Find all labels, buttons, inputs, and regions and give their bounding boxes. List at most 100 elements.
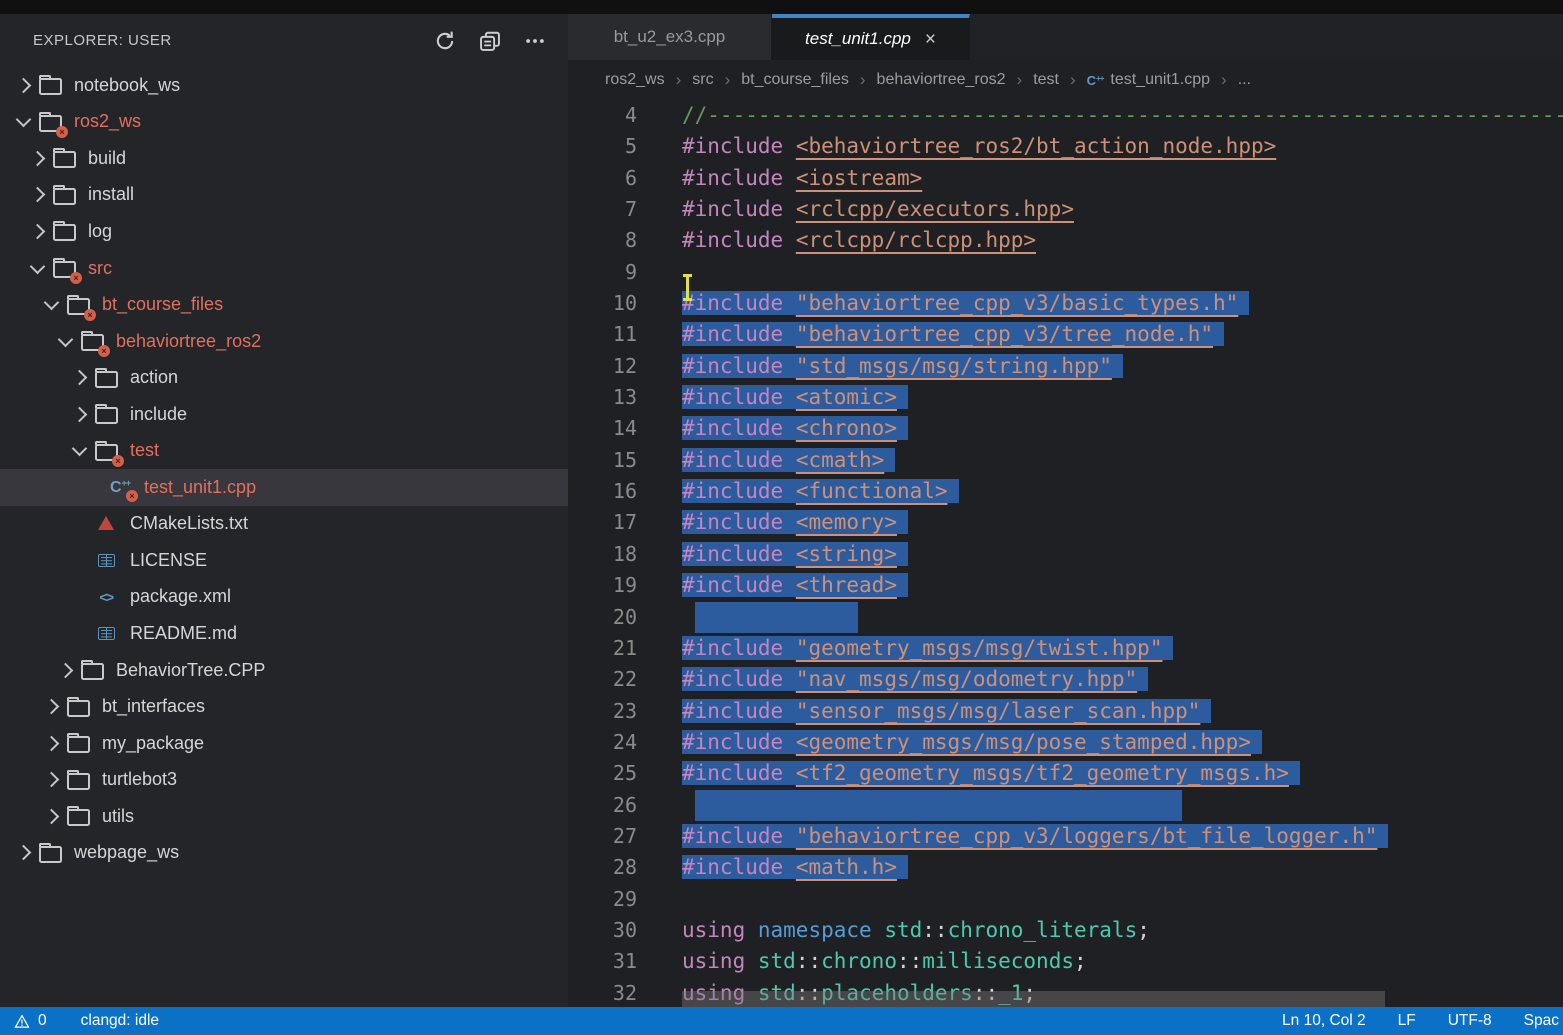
breadcrumb-item-...[interactable]: ... <box>1238 71 1251 89</box>
chevron-right-icon[interactable] <box>44 701 66 712</box>
code-line-27[interactable]: 27#include "behaviortree_cpp_v3/loggers/… <box>568 821 1563 852</box>
tree-item-webpage_ws[interactable]: webpage_ws <box>0 834 568 871</box>
tree-item-build[interactable]: build <box>0 140 568 177</box>
tree-item-my_package[interactable]: my_package <box>0 725 568 762</box>
code-line-29[interactable]: 29 <box>568 884 1563 915</box>
tree-item-test[interactable]: ×test <box>0 432 568 469</box>
code-line-7[interactable]: 7#include <rclcpp/executors.hpp> <box>568 194 1563 225</box>
explorer-title: EXPLORER: USER <box>33 32 172 49</box>
tab-bt_u2_ex3.cpp[interactable]: bt_u2_ex3.cpp <box>568 14 772 60</box>
tree-item-LICENSE[interactable]: LICENSE <box>0 542 568 579</box>
code-line-31[interactable]: 31using std::chrono::milliseconds; <box>568 946 1563 977</box>
code-line-24[interactable]: 24#include <geometry_msgs/msg/pose_stamp… <box>568 727 1563 758</box>
horizontal-scrollbar[interactable] <box>682 991 1385 1007</box>
breadcrumb-item-bt_course_files[interactable]: bt_course_files <box>741 71 849 89</box>
code-line-13[interactable]: 13#include <atomic> <box>568 382 1563 413</box>
code-line-28[interactable]: 28#include <math.h> <box>568 852 1563 883</box>
tree-item-label: build <box>88 148 126 169</box>
code-line-5[interactable]: 5#include <behaviortree_ros2/bt_action_n… <box>568 131 1563 162</box>
close-icon[interactable]: × <box>925 30 936 49</box>
code-line-30[interactable]: 30using namespace std::chrono_literals; <box>568 915 1563 946</box>
chevron-down-icon[interactable] <box>72 447 94 454</box>
token <box>783 385 796 409</box>
code-line-14[interactable]: 14#include <chrono> <box>568 413 1563 444</box>
tree-item-action[interactable]: action <box>0 359 568 396</box>
tree-item-package.xml[interactable]: <>package.xml <box>0 579 568 616</box>
code-editor[interactable]: 4//-------------------------------------… <box>568 100 1563 1007</box>
chevron-down-icon[interactable] <box>16 118 38 125</box>
tree-item-BehaviorTree.CPP[interactable]: BehaviorTree.CPP <box>0 652 568 689</box>
chevron-right-icon[interactable] <box>16 847 38 858</box>
chevron-right-icon[interactable] <box>44 774 66 785</box>
tree-item-install[interactable]: install <box>0 177 568 214</box>
eol-indicator[interactable]: LF <box>1398 1012 1416 1030</box>
chevron-right-icon[interactable] <box>58 665 80 676</box>
tree-item-include[interactable]: include <box>0 396 568 433</box>
tree-item-bt_course_files[interactable]: ×bt_course_files <box>0 286 568 323</box>
breadcrumb-item-src[interactable]: src <box>692 71 713 89</box>
chevron-down-icon[interactable] <box>58 338 80 345</box>
collapse-folders-icon[interactable] <box>479 30 501 52</box>
chevron-right-icon[interactable] <box>30 153 52 164</box>
chevron-down-icon[interactable] <box>44 301 66 308</box>
token <box>783 573 796 597</box>
problem-badge: × <box>98 345 110 357</box>
code-line-content: using std::chrono::milliseconds; <box>682 946 1563 977</box>
tree-item-utils[interactable]: utils <box>0 798 568 835</box>
code-line-22[interactable]: 22#include "nav_msgs/msg/odometry.hpp" <box>568 664 1563 695</box>
tree-item-ros2_ws[interactable]: ×ros2_ws <box>0 104 568 141</box>
breadcrumb-item-test_unit1.cpp[interactable]: C++test_unit1.cpp <box>1087 71 1210 89</box>
code-line-4[interactable]: 4//-------------------------------------… <box>568 100 1563 131</box>
code-line-16[interactable]: 16#include <functional> <box>568 476 1563 507</box>
code-line-9[interactable]: 9 <box>568 257 1563 288</box>
breadcrumb-item-ros2_ws[interactable]: ros2_ws <box>605 71 665 89</box>
refresh-icon[interactable] <box>434 30 456 52</box>
chevron-right-icon[interactable] <box>44 738 66 749</box>
tree-item-test_unit1.cpp[interactable]: C++×test_unit1.cpp <box>0 469 568 506</box>
code-line-8[interactable]: 8#include <rclcpp/rclcpp.hpp> <box>568 225 1563 256</box>
tree-item-src[interactable]: ×src <box>0 250 568 287</box>
code-line-19[interactable]: 19#include <thread> <box>568 570 1563 601</box>
code-line-15[interactable]: 15#include <cmath> <box>568 445 1563 476</box>
chevron-right-icon[interactable] <box>72 372 94 383</box>
code-line-18[interactable]: 18#include <string> <box>568 539 1563 570</box>
code-line-17[interactable]: 17#include <memory> <box>568 507 1563 538</box>
encoding-indicator[interactable]: UTF-8 <box>1448 1012 1492 1030</box>
tree-item-README.md[interactable]: README.md <box>0 615 568 652</box>
tree-item-label: include <box>130 404 187 425</box>
code-line-content <box>682 257 1563 288</box>
chevron-right-icon[interactable] <box>72 409 94 420</box>
tree-item-log[interactable]: log <box>0 213 568 250</box>
token: #include <box>682 855 783 879</box>
code-line-21[interactable]: 21#include "geometry_msgs/msg/twist.hpp" <box>568 633 1563 664</box>
breadcrumb-item-test[interactable]: test <box>1033 71 1059 89</box>
code-line-25[interactable]: 25#include <tf2_geometry_msgs/tf2_geomet… <box>568 758 1563 789</box>
chevron-right-icon[interactable] <box>16 80 38 91</box>
chevron-right-icon[interactable] <box>30 189 52 200</box>
problems-count[interactable]: 0 <box>38 1012 47 1030</box>
breadcrumb-item-behaviortree_ros2[interactable]: behaviortree_ros2 <box>877 71 1006 89</box>
code-line-12[interactable]: 12#include "std_msgs/msg/string.hpp" <box>568 351 1563 382</box>
chevron-down-icon[interactable] <box>30 265 52 272</box>
tree-item-turtlebot3[interactable]: turtlebot3 <box>0 761 568 798</box>
selection-highlight: #include "behaviortree_cpp_v3/tree_node.… <box>682 322 1224 346</box>
line-col-indicator[interactable]: Ln 10, Col 2 <box>1282 1012 1366 1030</box>
tab-test_unit1.cpp[interactable]: test_unit1.cpp× <box>772 14 970 60</box>
tree-item-bt_interfaces[interactable]: bt_interfaces <box>0 688 568 725</box>
tree-item-notebook_ws[interactable]: notebook_ws <box>0 67 568 104</box>
code-line-20[interactable]: 20 <box>568 602 1563 633</box>
more-actions-icon[interactable] <box>524 30 546 52</box>
code-line-23[interactable]: 23#include "sensor_msgs/msg/laser_scan.h… <box>568 696 1563 727</box>
line-number: 4 <box>568 100 682 131</box>
chevron-right-icon[interactable] <box>44 811 66 822</box>
code-line-26[interactable]: 26 <box>568 790 1563 821</box>
indentation-indicator[interactable]: Spac <box>1524 1012 1559 1030</box>
clangd-status[interactable]: clangd: idle <box>81 1012 159 1030</box>
tree-item-behaviortree_ros2[interactable]: ×behaviortree_ros2 <box>0 323 568 360</box>
token: "behaviortree_cpp_v3/loggers/bt_file_log… <box>796 824 1378 848</box>
chevron-right-icon[interactable] <box>30 226 52 237</box>
code-line-6[interactable]: 6#include <iostream> <box>568 163 1563 194</box>
tree-item-CMakeLists.txt[interactable]: CMakeLists.txt <box>0 506 568 543</box>
code-line-11[interactable]: 11#include "behaviortree_cpp_v3/tree_nod… <box>568 319 1563 350</box>
code-line-10[interactable]: 10#include "behaviortree_cpp_v3/basic_ty… <box>568 288 1563 319</box>
